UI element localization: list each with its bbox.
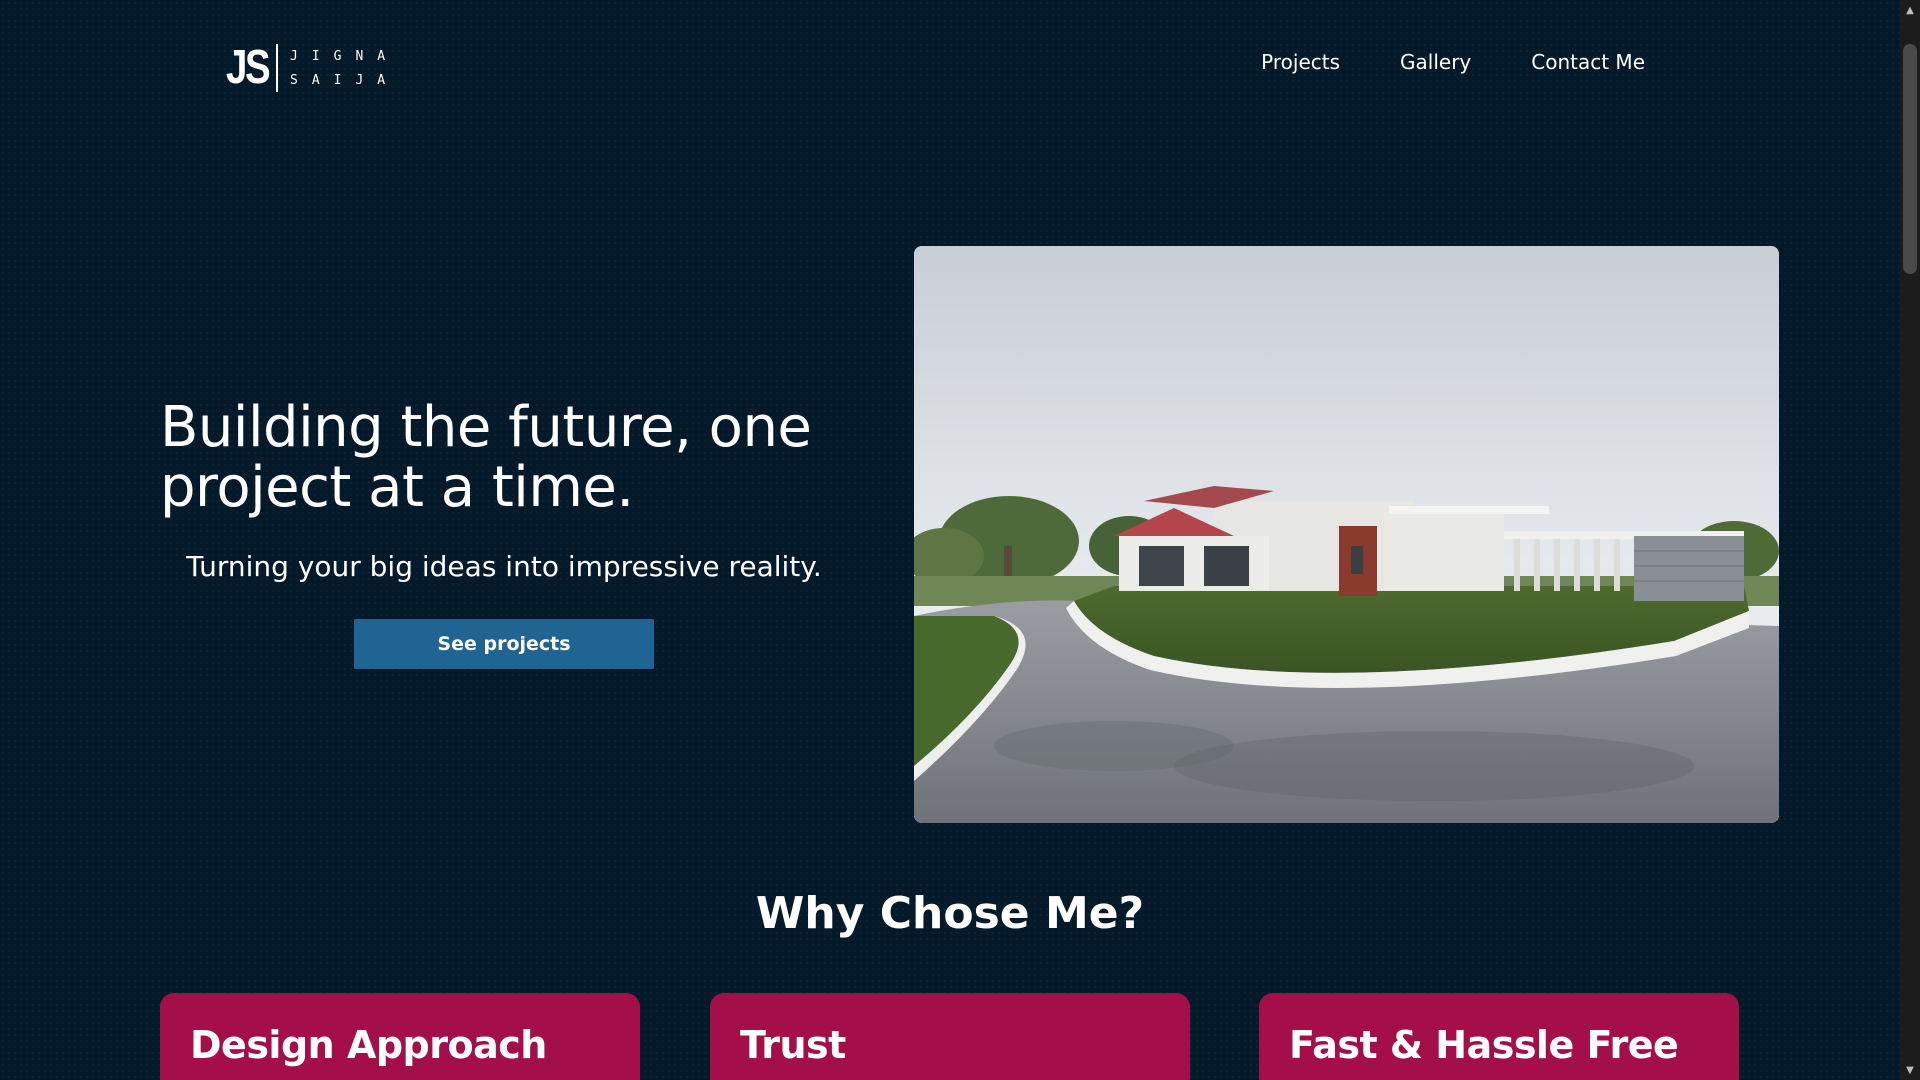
hero-subtitle: Turning your big ideas into impressive r… xyxy=(186,550,822,583)
card-design-approach: Design Approach xyxy=(160,993,640,1080)
hero-title: Building the future, one project at a ti… xyxy=(160,395,812,520)
logo-line-1: JIGNA xyxy=(290,48,400,64)
scroll-thumb[interactable] xyxy=(1903,44,1917,274)
see-projects-button[interactable]: See projects xyxy=(354,619,654,669)
card-title: Fast & Hassle Free xyxy=(1289,1023,1679,1067)
logo-divider xyxy=(276,44,278,92)
page: JS JIGNA SAIJA Projects Gallery Contact … xyxy=(0,0,1920,1080)
card-title: Trust xyxy=(740,1023,846,1067)
card-title: Design Approach xyxy=(190,1023,547,1067)
logo-mark: JS xyxy=(226,41,271,94)
main-nav: Projects Gallery Contact Me xyxy=(1261,50,1645,74)
why-section-title: Why Chose Me? xyxy=(755,888,1145,939)
nav-projects-link[interactable]: Projects xyxy=(1261,50,1340,74)
scroll-down-arrow-icon[interactable]: ▼ xyxy=(1900,1060,1920,1080)
card-trust: Trust xyxy=(710,993,1190,1080)
hero-house-image xyxy=(914,246,1779,823)
card-fast-hassle-free: Fast & Hassle Free xyxy=(1259,993,1739,1080)
nav-contact-link[interactable]: Contact Me xyxy=(1531,50,1645,74)
logo-line-2: SAIJA xyxy=(290,72,400,88)
house-render-illustration xyxy=(914,246,1779,823)
vertical-scrollbar[interactable]: ▲ ▼ xyxy=(1900,0,1920,1080)
nav-gallery-link[interactable]: Gallery xyxy=(1400,50,1471,74)
scroll-up-arrow-icon[interactable]: ▲ xyxy=(1900,0,1920,20)
site-logo[interactable]: JS JIGNA SAIJA xyxy=(226,40,399,96)
logo-wordmark: JIGNA SAIJA xyxy=(290,50,399,87)
